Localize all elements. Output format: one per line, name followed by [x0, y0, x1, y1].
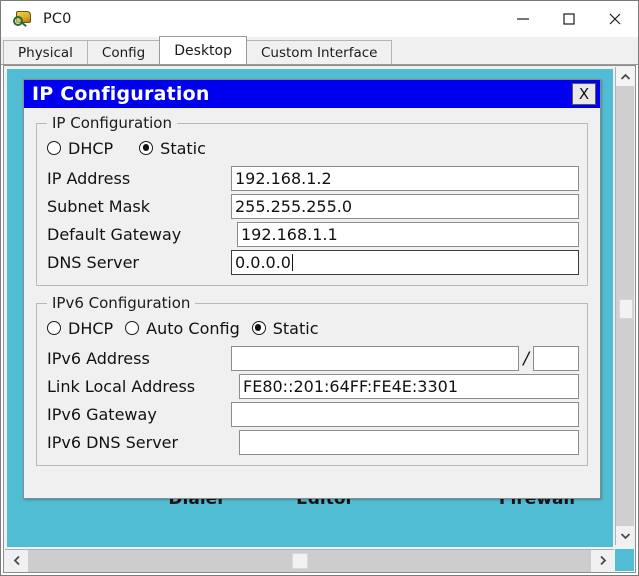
window-controls	[500, 1, 638, 37]
radio-ipv6-static-label: Static	[272, 318, 319, 338]
radio-ipv6-dhcp-label: DHCP	[68, 318, 114, 338]
desktop-canvas: Dialer Editor Firewall te IP Configurati…	[7, 69, 613, 547]
horizontal-scrollbar-track[interactable]	[28, 549, 591, 572]
vertical-scrollbar[interactable]	[615, 67, 635, 545]
ipv4-configuration-group: IP Configuration DHCP Static IP Address …	[36, 114, 588, 286]
dialog-titlebar: IP Configuration X	[24, 80, 600, 108]
chevron-up-icon[interactable]	[616, 67, 635, 86]
chevron-down-icon[interactable]	[616, 526, 635, 545]
ipv4-mode-radio-group: DHCP Static	[47, 135, 579, 161]
minimize-icon[interactable]	[500, 1, 546, 37]
tab-strip: Physical Config Desktop Custom Interface	[1, 36, 638, 65]
ipv6-gateway-row: IPv6 Gateway	[45, 401, 579, 428]
dns-server-value: 0.0.0.0	[235, 253, 291, 272]
dialog-close-button[interactable]: X	[572, 83, 596, 105]
desktop-panel: Dialer Editor Firewall te IP Configurati…	[3, 65, 636, 573]
link-local-address-input[interactable]: FE80::201:64FF:FE4E:3301	[239, 374, 579, 399]
subnet-mask-row: Subnet Mask 255.255.255.0	[45, 193, 579, 220]
tab-physical[interactable]: Physical	[3, 40, 88, 64]
close-icon[interactable]	[592, 1, 638, 37]
chevron-right-icon[interactable]	[591, 549, 614, 572]
default-gateway-label: Default Gateway	[47, 225, 182, 244]
default-gateway-row: Default Gateway 192.168.1.1	[45, 221, 579, 248]
ipv6-mode-radio-group: DHCP Auto Config Static	[47, 315, 579, 341]
default-gateway-input[interactable]: 192.168.1.1	[237, 222, 579, 247]
link-local-address-row: Link Local Address FE80::201:64FF:FE4E:3…	[45, 373, 579, 400]
vertical-scrollbar-thumb[interactable]	[619, 299, 633, 319]
tab-config[interactable]: Config	[86, 40, 161, 64]
tab-desktop[interactable]: Desktop	[159, 36, 247, 64]
subnet-mask-input[interactable]: 255.255.255.0	[231, 194, 579, 219]
ipv6-dns-server-row: IPv6 DNS Server	[45, 429, 579, 456]
ipv6-address-label: IPv6 Address	[47, 349, 150, 368]
ipv6-gateway-input[interactable]	[231, 402, 579, 427]
ip-address-label: IP Address	[47, 169, 131, 188]
radio-ipv4-dhcp-label: DHCP	[68, 138, 114, 158]
ip-configuration-dialog: IP Configuration X IP Configuration DHCP…	[23, 79, 601, 499]
ipv6-prefix-length-input[interactable]	[533, 346, 579, 371]
dialog-title: IP Configuration	[32, 83, 210, 105]
radio-ipv6-dhcp[interactable]	[47, 321, 61, 335]
radio-ipv6-auto-config-label: Auto Config	[146, 318, 240, 338]
link-local-address-label: Link Local Address	[47, 377, 196, 396]
window-title: PC0	[43, 11, 72, 27]
ipv6-group-legend: IPv6 Configuration	[52, 294, 191, 312]
text-caret	[291, 254, 293, 271]
dns-server-input[interactable]: 0.0.0.0	[231, 250, 579, 275]
ipv6-gateway-label: IPv6 Gateway	[47, 405, 157, 424]
maximize-icon[interactable]	[546, 1, 592, 37]
subnet-mask-label: Subnet Mask	[47, 197, 151, 216]
radio-ipv4-static[interactable]	[139, 141, 154, 155]
ipv6-dns-server-label: IPv6 DNS Server	[47, 433, 179, 452]
packet-tracer-icon	[13, 9, 35, 29]
radio-ipv6-static[interactable]	[251, 321, 266, 335]
ipv6-dns-server-input[interactable]	[239, 430, 579, 455]
ipv6-prefix-separator: /	[523, 348, 529, 369]
dialog-body: IP Configuration DHCP Static IP Address …	[24, 108, 600, 498]
scrollbar-corner	[615, 549, 634, 571]
ipv6-address-row: IPv6 Address /	[45, 345, 579, 372]
ipv6-address-input[interactable]	[231, 346, 520, 371]
pc-device-window: PC0 Physical Config Desktop Custom Inter…	[0, 0, 639, 576]
ip-address-row: IP Address 192.168.1.2	[45, 165, 579, 192]
chevron-left-icon[interactable]	[5, 549, 28, 572]
ipv4-group-legend: IP Configuration	[52, 114, 172, 132]
ipv6-configuration-group: IPv6 Configuration DHCP Auto Config Stat…	[36, 294, 588, 466]
dns-server-row: DNS Server 0.0.0.0	[45, 249, 579, 276]
horizontal-scrollbar[interactable]	[5, 549, 614, 572]
window-titlebar: PC0	[1, 1, 638, 37]
radio-ipv4-static-label: Static	[160, 138, 206, 158]
horizontal-scrollbar-thumb[interactable]	[292, 552, 308, 569]
radio-ipv4-dhcp[interactable]	[47, 141, 61, 155]
radio-ipv6-auto-config[interactable]	[125, 321, 140, 335]
tab-custom-interface[interactable]: Custom Interface	[246, 40, 393, 64]
ip-address-input[interactable]: 192.168.1.2	[231, 166, 579, 191]
dns-server-label: DNS Server	[47, 253, 139, 272]
